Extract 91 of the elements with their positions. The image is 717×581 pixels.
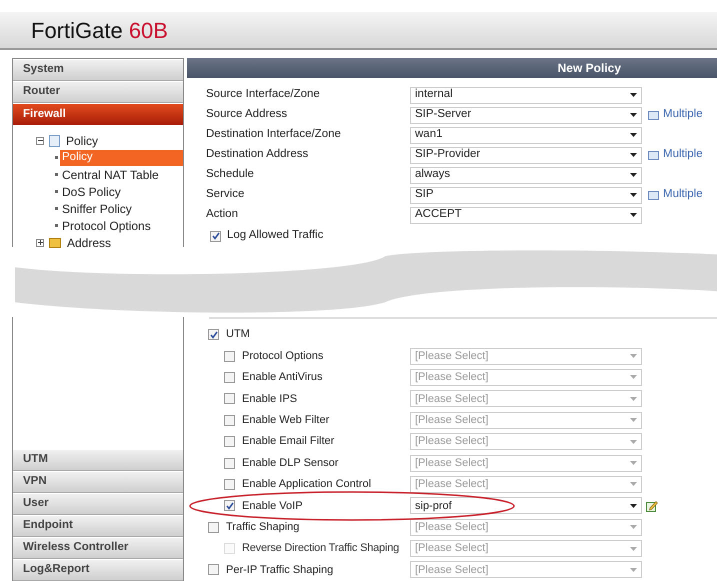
tree-item[interactable]: Central NAT Table [62,166,159,184]
bullet-icon [55,224,58,227]
multiple-link[interactable]: Multiple [663,146,703,164]
checkbox-label: Enable Web Filter [242,413,330,428]
checkbox-label: Reverse Direction Traffic Shaping [242,541,400,556]
bullet-icon [55,156,58,159]
checkbox-label: Traffic Shaping [226,520,300,535]
list-icon [49,134,60,146]
dropdown[interactable]: always [410,166,642,184]
caret-icon [630,213,637,217]
expander-icon[interactable] [36,136,44,144]
checkbox[interactable] [224,500,235,512]
checkbox[interactable] [224,478,235,490]
bullet-icon [55,173,58,176]
list-icon [648,150,659,160]
folder-icon [49,238,61,248]
checkbox-label: Enable IPS [242,392,298,407]
checkbox-label: Enable Application Control [242,477,372,492]
checkbox[interactable] [224,436,235,448]
expander-icon[interactable] [36,238,44,246]
panel-title: New Policy [187,58,717,78]
checkbox[interactable] [208,329,219,340]
menu-item[interactable]: Wireless Controller [13,538,183,559]
tree-item[interactable]: Policy [66,132,98,150]
caret-icon [630,418,637,422]
caret-icon [630,440,637,444]
caret-icon [630,396,637,401]
checkbox-label: Enable AntiVirus [242,370,323,386]
caret-icon [630,375,637,380]
checkbox[interactable] [224,372,235,383]
checkbox[interactable] [224,393,235,404]
edit-icon[interactable] [646,500,658,512]
menu-item[interactable]: UTM [13,450,183,471]
field-label: Source Address [206,107,288,122]
dropdown[interactable]: internal [410,86,642,104]
tree-item[interactable]: Address [67,234,112,252]
dropdown[interactable]: SIP [410,186,642,204]
field-label: Action [206,207,239,222]
field-label: Destination Interface/Zone [206,127,342,142]
caret-icon [630,93,637,97]
list-icon [648,190,659,200]
checkbox[interactable] [210,230,221,242]
field-label: Schedule [206,167,255,182]
checkbox[interactable] [208,564,219,576]
checkbox[interactable] [224,414,235,426]
caret-icon [630,568,637,572]
checkbox-label: Enable DLP Sensor [242,456,338,471]
caret-icon [630,354,637,358]
checkbox-label: UTM [226,327,250,342]
list-icon [648,110,659,120]
caret-icon [630,461,637,466]
caret-icon [630,525,637,530]
checkbox-label: Per-IP Traffic Shaping [226,562,334,578]
field-label: Source Interface/Zone [206,87,321,102]
multiple-link[interactable]: Multiple [663,106,703,124]
menu-item[interactable]: System [13,60,183,81]
caret-icon [630,113,637,117]
tree-item[interactable]: Sniffer Policy [62,200,132,218]
bullet-icon [55,207,58,210]
field-label: Destination Address [206,147,310,162]
multiple-link[interactable]: Multiple [663,186,703,204]
menu-item[interactable]: User [13,494,183,515]
caret-icon [630,193,637,197]
dropdown[interactable]: SIP-Server [410,106,642,124]
dropdown[interactable]: ACCEPT [410,206,642,224]
caret-icon [630,482,637,486]
menu-item[interactable]: Firewall [13,104,183,125]
caret-icon [630,133,637,137]
dropdown[interactable]: sip-prof [410,497,642,514]
checkbox-label: Enable Email Filter [242,434,334,450]
checkbox[interactable] [208,522,219,533]
caret-icon [630,504,637,508]
dropdown[interactable]: SIP-Provider [410,146,642,164]
dropdown[interactable]: wan1 [410,126,642,144]
menu-item[interactable]: VPN [13,472,183,493]
caret-icon [630,153,637,157]
tree-item[interactable]: Protocol Options [62,216,151,234]
checkbox[interactable] [224,458,235,469]
menu-item[interactable]: Router [13,82,183,103]
checkbox-label: Protocol Options [242,348,324,364]
checkbox-label: Enable VoIP [242,498,303,514]
product-title: FortiGate 60B [31,16,168,44]
field-label: Service [206,187,246,202]
caret-icon [630,173,637,177]
menu-item[interactable]: Log&Report [13,560,183,581]
tree-item[interactable]: DoS Policy [62,182,121,200]
caret-icon [630,546,637,551]
menu-item[interactable]: Endpoint [13,516,183,537]
checkbox-label: Log Allowed Traffic [227,228,324,244]
bullet-icon [55,190,58,193]
checkbox[interactable] [224,350,235,362]
